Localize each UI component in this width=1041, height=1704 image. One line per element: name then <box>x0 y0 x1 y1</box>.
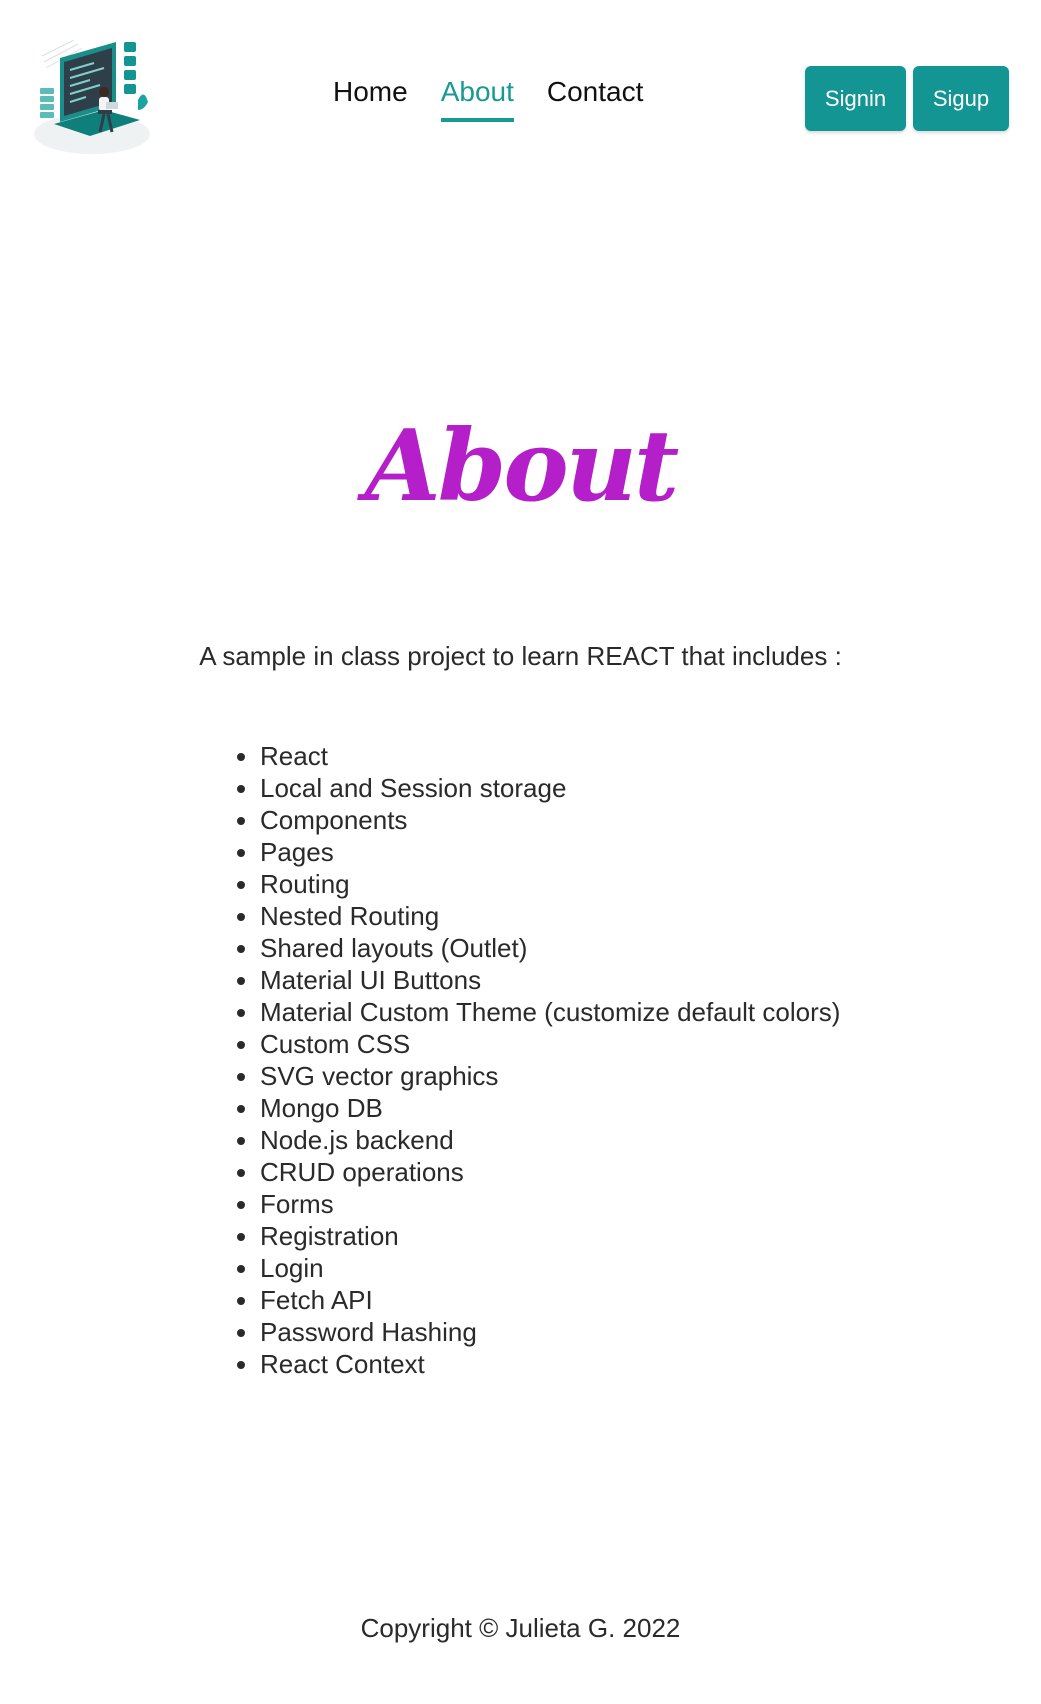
features-list: ReactLocal and Session storageComponents… <box>208 740 840 1380</box>
intro-text: A sample in class project to learn REACT… <box>199 641 842 671</box>
feature-list-item: Fetch API <box>260 1284 840 1316</box>
feature-list-item: Node.js backend <box>260 1124 840 1156</box>
feature-list-item: React <box>260 740 840 772</box>
feature-list-item: Components <box>260 804 840 836</box>
logo[interactable] <box>34 36 158 156</box>
feature-list-item: Routing <box>260 868 840 900</box>
signup-button[interactable]: Sigup <box>913 66 1009 131</box>
nav-contact-link[interactable]: Contact <box>547 76 644 122</box>
feature-list-item: CRUD operations <box>260 1156 840 1188</box>
feature-list-item: Material Custom Theme (customize default… <box>260 996 840 1028</box>
feature-list-item: Registration <box>260 1220 840 1252</box>
nav-about-link[interactable]: About <box>440 76 514 123</box>
nav-home-link[interactable]: Home <box>333 76 408 122</box>
feature-list-item: Mongo DB <box>260 1092 840 1124</box>
feature-list-item: Nested Routing <box>260 900 840 932</box>
main-nav: Home About Contact <box>333 76 676 123</box>
feature-list-item: Pages <box>260 836 840 868</box>
feature-list-item: Local and Session storage <box>260 772 840 804</box>
auth-buttons: Signin Sigup <box>805 66 1009 131</box>
feature-list-item: Login <box>260 1252 840 1284</box>
feature-list-item: Forms <box>260 1188 840 1220</box>
developer-illustration-icon <box>34 39 150 154</box>
feature-list-item: Custom CSS <box>260 1028 840 1060</box>
page-title: About <box>364 409 679 524</box>
feature-list-item: Password Hashing <box>260 1316 840 1348</box>
signin-button[interactable]: Signin <box>805 66 906 131</box>
feature-list-item: Shared layouts (Outlet) <box>260 932 840 964</box>
copyright-text: Copyright © Julieta G. 2022 <box>360 1613 681 1643</box>
feature-list-item: Material UI Buttons <box>260 964 840 996</box>
site-header: Home About Contact Signin Sigup <box>0 0 1041 170</box>
feature-list-item: React Context <box>260 1348 840 1380</box>
feature-list-item: SVG vector graphics <box>260 1060 840 1092</box>
